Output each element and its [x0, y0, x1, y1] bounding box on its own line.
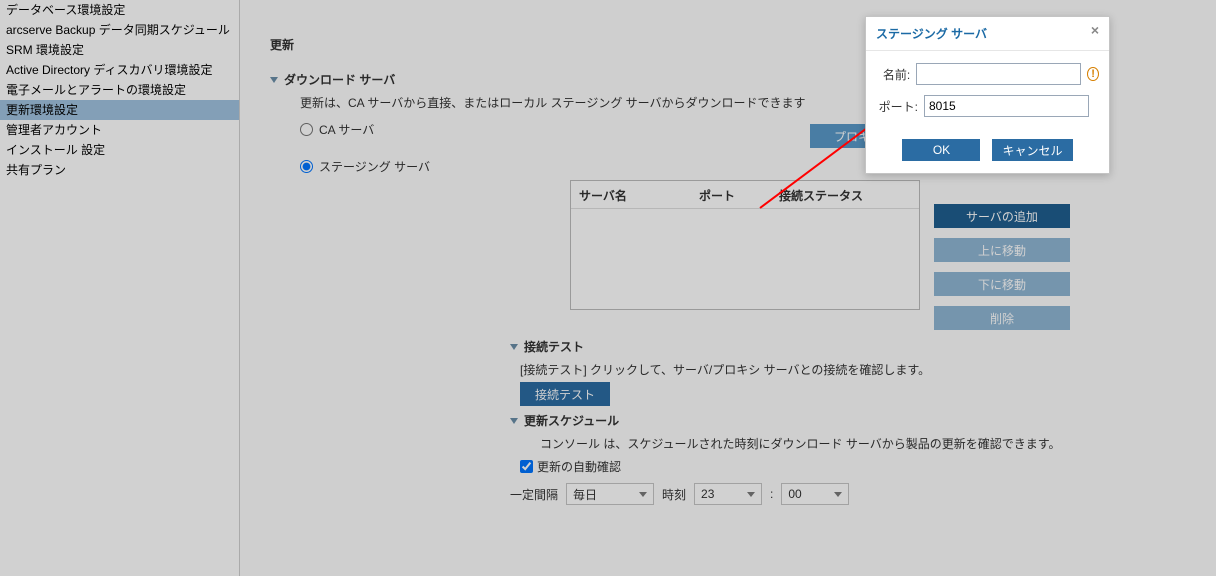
- interval-select[interactable]: 毎日: [566, 483, 654, 505]
- sidebar-item-install[interactable]: インストール 設定: [0, 140, 239, 160]
- staging-server-dialog: ステージング サーバ × 名前: ! ポート: OK キャンセル: [865, 16, 1110, 174]
- conntest-desc: [接続テスト] クリックして、サーバ/プロキシ サーバとの接続を確認します。: [520, 361, 1186, 378]
- minute-value: 00: [788, 487, 828, 501]
- move-up-button[interactable]: 上に移動: [934, 238, 1070, 262]
- section-schedule-label: 更新スケジュール: [524, 412, 619, 429]
- auto-check-label: 更新の自動確認: [537, 458, 621, 475]
- sidebar-item-backup-sync[interactable]: arcserve Backup データ同期スケジュール: [0, 20, 239, 40]
- col-status: 接続ステータス: [779, 187, 911, 204]
- sidebar: データベース環境設定 arcserve Backup データ同期スケジュール S…: [0, 0, 240, 576]
- chevron-down-icon: [747, 492, 755, 497]
- col-port: ポート: [699, 187, 779, 204]
- chevron-down-icon: [834, 492, 842, 497]
- hour-select[interactable]: 23: [694, 483, 762, 505]
- time-label: 時刻: [662, 486, 686, 503]
- port-label: ポート:: [876, 98, 918, 115]
- radio-ca-server[interactable]: [300, 123, 313, 136]
- sidebar-item-ad-discovery[interactable]: Active Directory ディスカバリ環境設定: [0, 60, 239, 80]
- name-input[interactable]: [916, 63, 1081, 85]
- error-icon: !: [1087, 67, 1099, 81]
- delete-button[interactable]: 削除: [934, 306, 1070, 330]
- port-input[interactable]: [924, 95, 1089, 117]
- connection-test-button[interactable]: 接続テスト: [520, 382, 610, 406]
- schedule-desc: コンソール は、スケジュールされた時刻にダウンロード サーバから製品の更新を確認…: [540, 435, 1186, 452]
- col-server-name: サーバ名: [579, 187, 699, 204]
- sidebar-item-database[interactable]: データベース環境設定: [0, 0, 239, 20]
- section-download-label: ダウンロード サーバ: [284, 71, 395, 88]
- name-label: 名前:: [876, 66, 910, 83]
- sidebar-item-admin-account[interactable]: 管理者アカウント: [0, 120, 239, 140]
- cancel-button[interactable]: キャンセル: [992, 139, 1072, 161]
- sidebar-item-srm[interactable]: SRM 環境設定: [0, 40, 239, 60]
- minute-select[interactable]: 00: [781, 483, 849, 505]
- chevron-down-icon: [510, 418, 518, 424]
- sidebar-item-update[interactable]: 更新環境設定: [0, 100, 239, 120]
- ok-button[interactable]: OK: [902, 139, 980, 161]
- section-update-schedule[interactable]: 更新スケジュール: [510, 412, 1186, 429]
- section-connection-test[interactable]: 接続テスト: [510, 338, 1186, 355]
- interval-value: 毎日: [573, 486, 633, 503]
- time-sep: :: [770, 487, 773, 501]
- sidebar-item-share-plan[interactable]: 共有プラン: [0, 160, 239, 180]
- radio-staging-server[interactable]: [300, 160, 313, 173]
- auto-check-checkbox[interactable]: [520, 460, 533, 473]
- add-server-button[interactable]: サーバの追加: [934, 204, 1070, 228]
- interval-label: 一定間隔: [510, 486, 558, 503]
- chevron-down-icon: [510, 344, 518, 350]
- radio-ca-label: CA サーバ: [319, 121, 374, 138]
- radio-staging-label: ステージング サーバ: [319, 158, 430, 175]
- hour-value: 23: [701, 487, 741, 501]
- move-down-button[interactable]: 下に移動: [934, 272, 1070, 296]
- chevron-down-icon: [270, 77, 278, 83]
- section-conntest-label: 接続テスト: [524, 338, 584, 355]
- server-table: サーバ名 ポート 接続ステータス: [570, 180, 920, 310]
- sidebar-item-email-alert[interactable]: 電子メールとアラートの環境設定: [0, 80, 239, 100]
- dialog-title: ステージング サーバ: [876, 27, 987, 41]
- close-icon[interactable]: ×: [1087, 23, 1103, 39]
- chevron-down-icon: [639, 492, 647, 497]
